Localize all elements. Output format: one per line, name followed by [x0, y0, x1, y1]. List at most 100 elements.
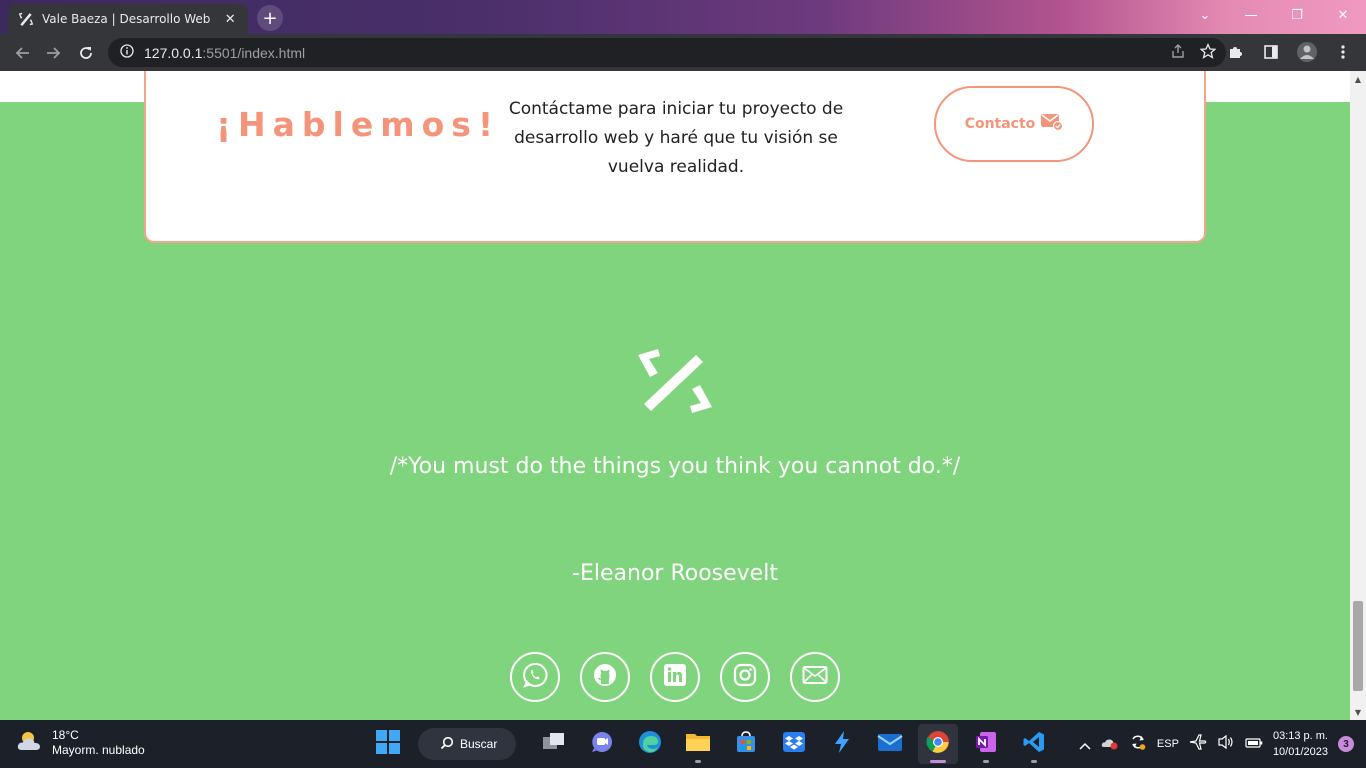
instagram-icon: [733, 663, 757, 691]
page-viewport: ¡Hablemos! Contáctame para iniciar tu pr…: [0, 71, 1350, 720]
start-button[interactable]: [368, 724, 408, 764]
notification-badge[interactable]: 3: [1338, 736, 1354, 752]
reload-icon[interactable]: [70, 37, 102, 69]
whatsapp-link[interactable]: [510, 652, 560, 702]
taskbar-apps: Buscar: [368, 724, 1054, 764]
onedrive-error-icon[interactable]: [1101, 735, 1119, 754]
url-path: :5501/index.html: [202, 44, 306, 61]
tab-title: Vale Baeza | Desarrollo Web Fron: [42, 12, 215, 26]
weather-temp: 18°C: [52, 728, 79, 742]
close-window-button[interactable]: ✕: [1320, 0, 1366, 30]
chevron-up-icon[interactable]: [1079, 735, 1091, 754]
store-bag-icon: [734, 730, 758, 758]
sync-icon[interactable]: [1129, 733, 1147, 755]
dropbox-app[interactable]: [774, 724, 814, 764]
email-link[interactable]: [790, 652, 840, 702]
restore-button[interactable]: ❐: [1274, 0, 1320, 30]
url-text: 127.0.0.1:5501/index.html: [144, 45, 305, 61]
tab-strip: Vale Baeza | Desarrollo Web Fron ✕ + ⌄ —…: [0, 0, 1366, 34]
chat-icon: [590, 730, 614, 758]
mail-icon: [802, 665, 828, 689]
cta-title: ¡Hablemos!: [216, 105, 501, 144]
vscode-app[interactable]: [1014, 724, 1054, 764]
window-controls: ⌄ — ❐ ✕: [1182, 0, 1366, 30]
extensions-puzzle-icon[interactable]: [1220, 37, 1250, 67]
url-host: 127.0.0.1: [144, 44, 203, 61]
volume-icon[interactable]: [1217, 734, 1235, 754]
running-indicator: [695, 760, 701, 763]
lightning-icon: [831, 730, 853, 758]
task-view-button[interactable]: [534, 724, 574, 764]
minimize-button[interactable]: —: [1228, 0, 1274, 30]
visual-studio-installer-app[interactable]: [822, 724, 862, 764]
edge-icon: [638, 730, 662, 758]
forward-arrow-icon[interactable]: [38, 37, 70, 69]
scrollbar-thumb[interactable]: [1353, 601, 1363, 691]
mail-app[interactable]: [870, 724, 910, 764]
social-links: [510, 652, 840, 702]
chrome-app[interactable]: [918, 724, 958, 764]
clock-date: 10/01/2023: [1272, 746, 1328, 758]
store-app[interactable]: [726, 724, 766, 764]
quote-text: /*You must do the things you think you c…: [389, 454, 961, 479]
site-favicon-icon: [18, 11, 34, 27]
folder-icon: [685, 731, 711, 757]
more-menu-icon[interactable]: [1328, 37, 1358, 67]
site-info-icon[interactable]: [120, 43, 134, 62]
new-tab-button[interactable]: +: [257, 5, 283, 31]
address-bar[interactable]: 127.0.0.1:5501/index.html: [108, 38, 1226, 67]
search-label: Buscar: [460, 737, 498, 751]
cloudy-weather-icon: [16, 729, 44, 757]
battery-icon[interactable]: [1245, 735, 1263, 754]
whatsapp-icon: [522, 662, 548, 692]
contact-button[interactable]: Contacto: [934, 86, 1094, 162]
weather-desc: Mayorm. nublado: [52, 743, 145, 757]
vscode-icon: [1022, 730, 1046, 758]
browser-toolbar: 127.0.0.1:5501/index.html: [0, 34, 1366, 71]
chrome-icon: [926, 730, 950, 758]
active-indicator: [930, 760, 946, 763]
github-icon: [592, 662, 618, 692]
site-logo-icon: [634, 347, 716, 415]
scroll-up-arrow-icon[interactable]: ▲: [1350, 71, 1366, 87]
contact-button-label: Contacto: [964, 116, 1036, 132]
mail-check-icon: [1041, 113, 1064, 135]
tab-close-icon[interactable]: ✕: [223, 12, 239, 27]
windows-taskbar: 18°C Mayorm. nublado Buscar ESP 03:13 p.…: [0, 720, 1366, 768]
quote-author: -Eleanor Roosevelt: [572, 561, 778, 586]
github-link[interactable]: [580, 652, 630, 702]
weather-widget[interactable]: 18°C Mayorm. nublado: [16, 728, 145, 758]
dropbox-icon: [782, 731, 806, 757]
tab-search-icon[interactable]: ⌄: [1182, 0, 1228, 30]
browser-tab-active[interactable]: Vale Baeza | Desarrollo Web Fron ✕: [8, 4, 248, 34]
system-tray: ESP 03:13 p. m. 10/01/2023 3: [1079, 720, 1354, 768]
running-indicator: [1031, 760, 1037, 763]
edge-app[interactable]: [630, 724, 670, 764]
bookmark-star-icon[interactable]: [1199, 42, 1217, 63]
running-indicator: [983, 760, 989, 763]
search-icon: [440, 736, 454, 753]
page-scrollbar[interactable]: ▲ ▼: [1350, 71, 1366, 720]
side-panel-icon[interactable]: [1256, 37, 1286, 67]
profile-avatar[interactable]: [1292, 37, 1322, 67]
clock-time: 03:13 p. m.: [1272, 730, 1328, 742]
instagram-link[interactable]: [720, 652, 770, 702]
back-arrow-icon[interactable]: [6, 37, 38, 69]
input-language[interactable]: ESP: [1157, 738, 1179, 750]
task-view-icon: [542, 732, 566, 756]
scroll-down-arrow-icon[interactable]: ▼: [1350, 704, 1366, 720]
taskbar-search[interactable]: Buscar: [418, 728, 516, 760]
airplane-mode-icon[interactable]: [1189, 734, 1207, 754]
mail-envelope-icon: [877, 732, 903, 756]
share-icon[interactable]: [1170, 43, 1186, 63]
linkedin-icon: [663, 663, 687, 691]
file-explorer-app[interactable]: [678, 724, 718, 764]
linkedin-link[interactable]: [650, 652, 700, 702]
teams-chat-app[interactable]: [582, 724, 622, 764]
clock[interactable]: 03:13 p. m. 10/01/2023: [1273, 728, 1328, 760]
onenote-icon: [974, 730, 998, 758]
windows-logo-icon: [376, 730, 400, 758]
cta-text: Contáctame para iniciar tu proyecto de d…: [508, 99, 844, 177]
contact-cta-card: ¡Hablemos! Contáctame para iniciar tu pr…: [144, 71, 1206, 243]
onenote-app[interactable]: [966, 724, 1006, 764]
